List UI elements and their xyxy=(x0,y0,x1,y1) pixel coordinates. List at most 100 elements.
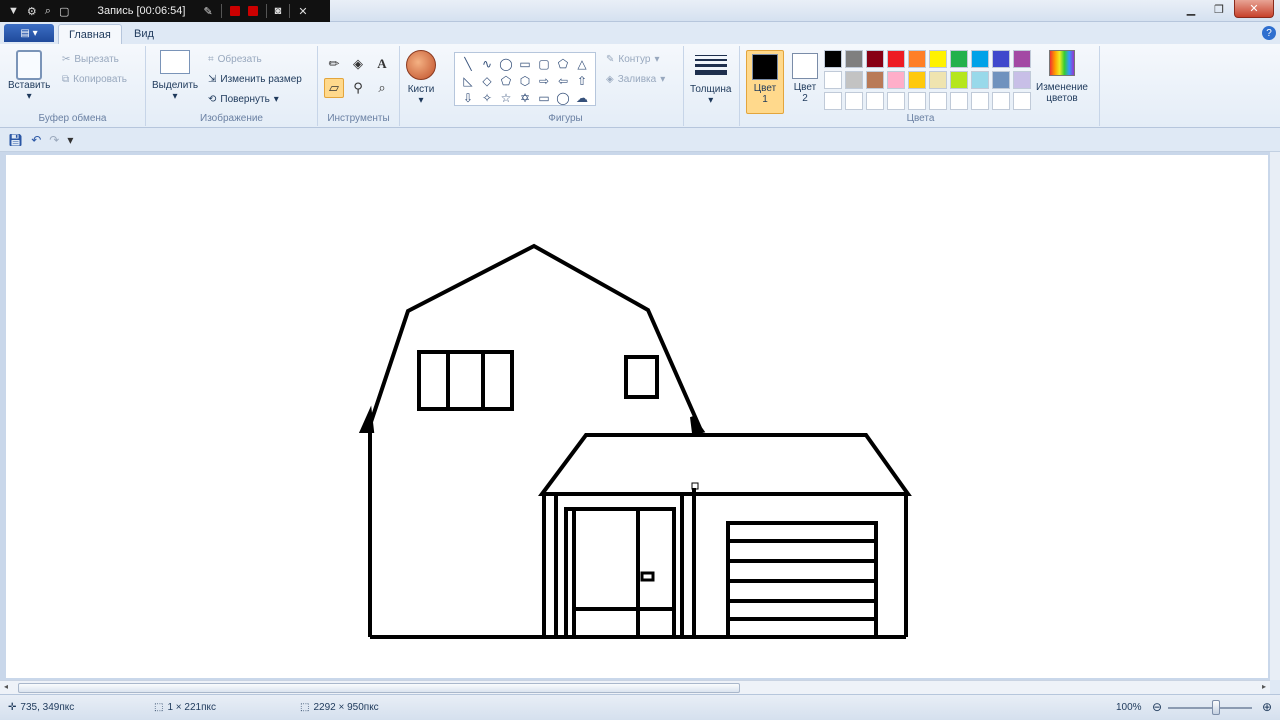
callout-cloud-shape-icon[interactable]: ☁ xyxy=(573,89,591,106)
rotate-button[interactable]: ⟲ Повернуть ▾ xyxy=(208,94,279,105)
size-button[interactable]: Толщина ▾ xyxy=(690,50,731,106)
close-recorder-icon[interactable]: ✕ xyxy=(298,5,307,18)
eraser-icon[interactable]: ▱ xyxy=(324,78,344,98)
palette-swatch[interactable] xyxy=(950,92,968,110)
color1-button[interactable]: Цвет 1 xyxy=(746,50,784,114)
zoom-in-icon[interactable]: ⊕ xyxy=(1262,700,1272,714)
callout-oval-shape-icon[interactable]: ◯ xyxy=(554,89,572,106)
customize-toolbar-icon[interactable]: ▾ xyxy=(67,133,73,147)
palette-swatch[interactable] xyxy=(824,50,842,68)
five-point-star-shape-icon[interactable]: ☆ xyxy=(497,89,515,106)
palette-swatch[interactable] xyxy=(992,92,1010,110)
stop-icon[interactable] xyxy=(247,6,258,16)
palette-swatch[interactable] xyxy=(1013,71,1031,89)
callout-rect-shape-icon[interactable]: ▭ xyxy=(535,89,553,106)
outline-button[interactable]: ✎ Контур ▾ xyxy=(606,54,659,65)
palette-swatch[interactable] xyxy=(908,50,926,68)
palette-swatch[interactable] xyxy=(887,50,905,68)
redo-icon[interactable]: ↷ xyxy=(49,133,59,147)
palette-swatch[interactable] xyxy=(845,71,863,89)
save-icon[interactable]: 💾︎ xyxy=(8,133,23,147)
select-button[interactable]: Выделить ▾ xyxy=(152,50,198,102)
down-arrow-shape-icon[interactable]: ⇩ xyxy=(459,89,477,106)
right-triangle-shape-icon[interactable]: ◺ xyxy=(459,72,477,89)
record-icon[interactable] xyxy=(229,6,240,16)
palette-swatch[interactable] xyxy=(845,92,863,110)
app-menu-button[interactable]: ▤ ▾ xyxy=(4,24,54,42)
text-tool-icon[interactable]: A xyxy=(372,54,392,74)
curve-shape-icon[interactable]: ∿ xyxy=(478,55,496,72)
hexagon-shape-icon[interactable]: ⬡ xyxy=(516,72,534,89)
magnifier-icon[interactable]: ⌕ xyxy=(372,78,392,98)
palette-swatch[interactable] xyxy=(971,71,989,89)
polygon-shape-icon[interactable]: ⬠ xyxy=(554,55,572,72)
palette-swatch[interactable] xyxy=(866,50,884,68)
palette-swatch[interactable] xyxy=(971,92,989,110)
palette-swatch[interactable] xyxy=(950,71,968,89)
palette-swatch[interactable] xyxy=(887,71,905,89)
scroll-right-icon[interactable]: ▸ xyxy=(1262,682,1266,691)
six-point-star-shape-icon[interactable]: ✡ xyxy=(516,89,534,106)
color2-button[interactable]: Цвет 2 xyxy=(786,50,824,114)
oval-shape-icon[interactable]: ◯ xyxy=(497,55,515,72)
palette-swatch[interactable] xyxy=(992,50,1010,68)
palette-swatch[interactable] xyxy=(866,71,884,89)
palette-swatch[interactable] xyxy=(971,50,989,68)
edit-colors-button[interactable]: Изменение цветов xyxy=(1032,50,1092,104)
palette-swatch[interactable] xyxy=(908,92,926,110)
tab-view[interactable]: Вид xyxy=(124,24,164,44)
pen-icon[interactable]: ✎ xyxy=(203,5,212,18)
palette-swatch[interactable] xyxy=(824,92,842,110)
paste-button[interactable]: Вставить ▾ xyxy=(8,50,50,102)
brushes-button[interactable]: Кисти ▾ xyxy=(406,50,436,106)
horizontal-scroll-thumb[interactable] xyxy=(18,683,740,693)
zoom-slider-track[interactable] xyxy=(1168,707,1252,709)
fill-bucket-icon[interactable]: ◈ xyxy=(348,54,368,74)
horizontal-scrollbar[interactable]: ◂ ▸ xyxy=(0,680,1270,694)
up-arrow-shape-icon[interactable]: ⇧ xyxy=(573,72,591,89)
vertical-scrollbar[interactable] xyxy=(1270,152,1280,680)
scroll-left-icon[interactable]: ◂ xyxy=(4,682,8,691)
zoom-slider-thumb[interactable] xyxy=(1212,700,1220,715)
right-arrow-shape-icon[interactable]: ⇨ xyxy=(535,72,553,89)
resize-button[interactable]: ⇲ Изменить размер xyxy=(208,74,302,85)
diamond-shape-icon[interactable]: ◇ xyxy=(478,72,496,89)
rectangle-shape-icon[interactable]: ▭ xyxy=(516,55,534,72)
left-arrow-shape-icon[interactable]: ⇦ xyxy=(554,72,572,89)
window-icon[interactable]: ▢ xyxy=(59,5,69,18)
palette-swatch[interactable] xyxy=(1013,92,1031,110)
color-picker-icon[interactable]: ⚲ xyxy=(348,78,368,98)
dropdown-icon[interactable]: ▼ xyxy=(8,5,19,17)
drawing-canvas[interactable] xyxy=(6,155,1268,678)
zoom-out-icon[interactable]: ⊖ xyxy=(1152,700,1162,714)
crop-button[interactable]: ⌗ Обрезать xyxy=(208,54,262,65)
palette-swatch[interactable] xyxy=(929,50,947,68)
palette-swatch[interactable] xyxy=(845,50,863,68)
pencil-icon[interactable]: ✏ xyxy=(324,54,344,74)
copy-button[interactable]: ⧉ Копировать xyxy=(62,74,127,85)
palette-swatch[interactable] xyxy=(887,92,905,110)
palette-swatch[interactable] xyxy=(929,92,947,110)
palette-swatch[interactable] xyxy=(866,92,884,110)
tab-home[interactable]: Главная xyxy=(58,24,122,44)
camera-icon[interactable]: ◙ xyxy=(275,5,282,17)
cut-button[interactable]: ✂ Вырезать xyxy=(62,54,119,65)
palette-swatch[interactable] xyxy=(824,71,842,89)
maximize-button[interactable]: ❐ xyxy=(1206,0,1232,18)
line-shape-icon[interactable]: ╲ xyxy=(459,55,477,72)
settings-icon[interactable]: ⚙ xyxy=(27,5,37,18)
palette-swatch[interactable] xyxy=(1013,50,1031,68)
pentagon-shape-icon[interactable]: ⬠ xyxy=(497,72,515,89)
four-point-star-shape-icon[interactable]: ✧ xyxy=(478,89,496,106)
search-icon[interactable]: ⌕ xyxy=(45,5,51,18)
rounded-rect-shape-icon[interactable]: ▢ xyxy=(535,55,553,72)
palette-swatch[interactable] xyxy=(950,50,968,68)
palette-swatch[interactable] xyxy=(929,71,947,89)
minimize-button[interactable]: ▁ xyxy=(1178,0,1204,18)
triangle-shape-icon[interactable]: △ xyxy=(573,55,591,72)
palette-swatch[interactable] xyxy=(908,71,926,89)
close-button[interactable]: ✕ xyxy=(1234,0,1274,18)
fill-button[interactable]: ◈ Заливка ▾ xyxy=(606,74,665,85)
palette-swatch[interactable] xyxy=(992,71,1010,89)
shapes-gallery[interactable]: ╲ ∿ ◯ ▭ ▢ ⬠ △ ◺ ◇ ⬠ ⬡ ⇨ ⇦ ⇧ ⇩ ✧ ☆ ✡ ▭ ◯ xyxy=(454,52,596,106)
